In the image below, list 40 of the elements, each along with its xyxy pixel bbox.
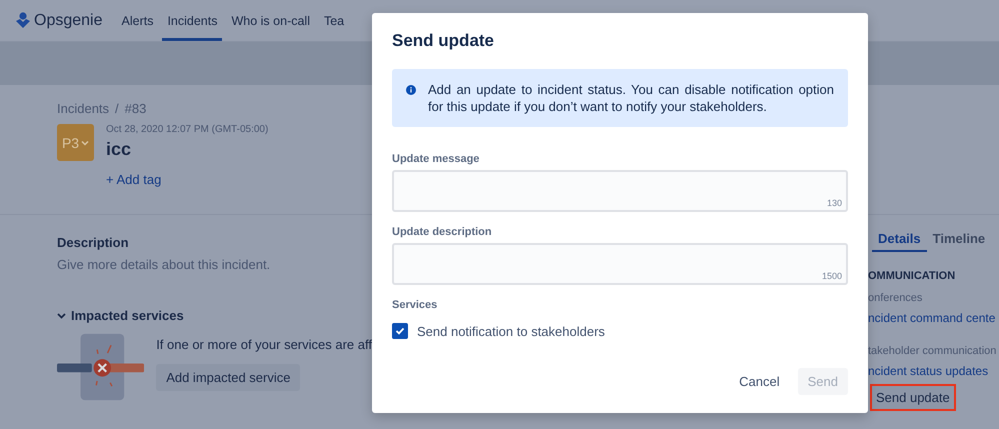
checkmark-icon <box>395 327 405 335</box>
field-label: Services <box>392 299 438 311</box>
field-label: Update description <box>392 226 493 238</box>
nav-tab[interactable]: Alerts <box>116 0 158 41</box>
panel-link[interactable]: ncident command cente <box>868 311 996 325</box>
impacted-services-text: If one or more of your services are aff <box>156 337 372 352</box>
section-heading: Impacted services <box>71 308 184 323</box>
add-tag-link[interactable]: + Add tag <box>106 172 268 187</box>
breadcrumb-link[interactable]: Incidents <box>57 101 110 116</box>
priority-dropdown[interactable]: P3 <box>57 124 94 161</box>
checkbox[interactable] <box>392 323 408 339</box>
checkbox-label: Send notification to stakeholders <box>417 324 605 338</box>
logo-icon <box>16 12 30 29</box>
incident-title: icc <box>106 139 132 160</box>
chevron-down-icon <box>81 140 90 146</box>
add-impacted-service-button[interactable]: Add impacted service <box>156 364 300 391</box>
text-area[interactable]: 1500 <box>392 243 848 285</box>
character-counter: 130 <box>826 198 842 208</box>
logo-text: Opsgenie <box>34 12 102 30</box>
text-area[interactable]: 130 <box>392 170 848 212</box>
info-text: Add an update to incident status. You can disable notification option for this update if you don’t want to notify your stakeholders. <box>428 81 834 115</box>
send-update-button[interactable]: Send update <box>870 384 956 411</box>
section-heading: Description <box>57 235 130 250</box>
breadcrumb-current: #83 <box>124 101 146 116</box>
cancel-button[interactable]: Cancel <box>729 368 790 395</box>
nav-tab[interactable]: Tea <box>318 0 350 41</box>
chevron-down-icon[interactable] <box>57 312 66 318</box>
panel-link[interactable]: ncident status updates <box>868 364 988 378</box>
breadcrumb-separator: / <box>115 101 119 116</box>
panel-tab[interactable]: Details <box>872 231 927 252</box>
panel-tab[interactable]: Timeline <box>926 231 992 252</box>
field-label: Update message <box>392 153 480 165</box>
incident-timestamp: Oct 28, 2020 12:07 PM (GMT-05:00) <box>106 124 268 135</box>
group-label: onferences <box>868 292 922 304</box>
character-counter: 1500 <box>822 271 842 281</box>
dialog-title: Send update <box>392 31 496 51</box>
group-label: takeholder communication <box>868 345 996 357</box>
section-heading: OMMUNICATION <box>868 270 956 282</box>
nav-tab[interactable]: Who is on-call <box>226 0 315 41</box>
description-field[interactable]: Give more details about this incident. <box>57 257 372 272</box>
